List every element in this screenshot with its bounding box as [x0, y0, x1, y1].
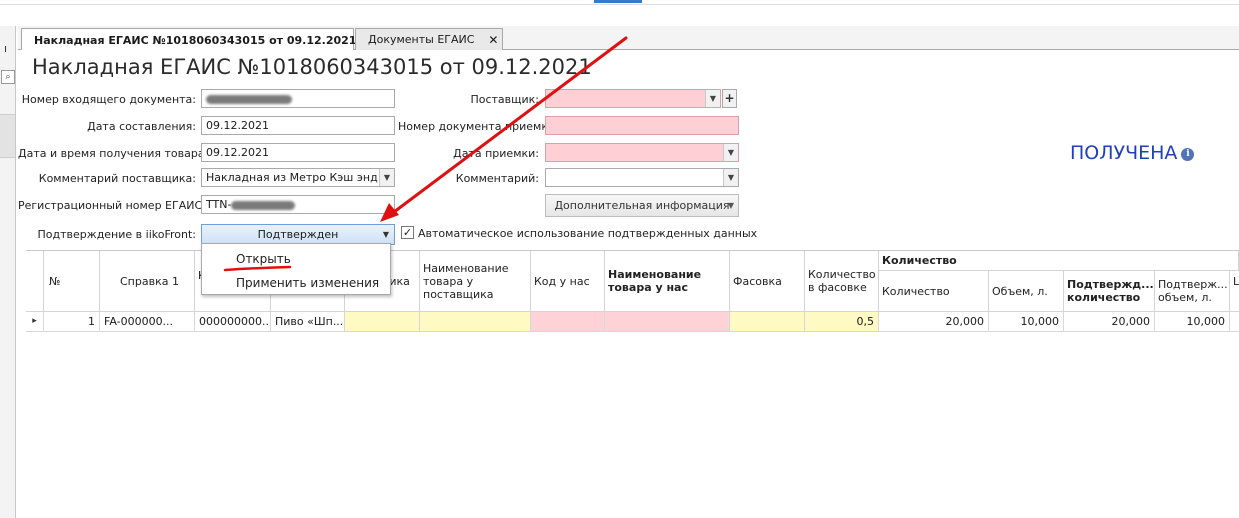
cell-our-code[interactable] — [531, 312, 605, 332]
additional-info-label: Дополнительная информация — [554, 199, 730, 212]
col-header-volume[interactable]: Объем, л. — [989, 271, 1064, 312]
egais-reg-value: TTN- — [206, 198, 232, 211]
cell-our-product-name[interactable] — [605, 312, 730, 332]
egais-reg-field[interactable]: TTN- — [201, 195, 395, 214]
tab-egais-documents[interactable]: Документы ЕГАИС ✕ — [355, 28, 503, 50]
confirm-dropdown-menu: Открыть Применить изменения — [201, 243, 391, 295]
cell-packing[interactable] — [730, 312, 805, 332]
supplier-label: Поставщик: — [470, 93, 539, 106]
tab-label: Документы ЕГАИС — [368, 33, 475, 46]
additional-info-button[interactable]: Дополнительная информация ▼ — [545, 194, 739, 217]
chevron-down-icon[interactable]: ▼ — [705, 90, 720, 107]
col-header-packing[interactable]: Фасовка — [730, 251, 805, 312]
cell-num[interactable]: 1 — [44, 312, 100, 332]
iikofront-confirm-value: Подтвержден — [257, 228, 339, 241]
auto-use-label: Автоматическое использование подтвержден… — [418, 227, 758, 240]
chevron-down-icon[interactable]: ▼ — [723, 169, 738, 186]
iikofront-confirm-label: Подтверждение в iikoFront: — [37, 228, 196, 241]
document-status: ПОЛУЧЕНА i — [1070, 142, 1195, 164]
col-group-quantity: Количество — [879, 251, 1239, 271]
left-panel-glyph: ı — [4, 42, 8, 55]
acceptance-date-label: Дата приемки: — [453, 147, 539, 160]
chevron-down-icon[interactable]: ▼ — [723, 144, 738, 161]
col-header-confirmed-qty[interactable]: Подтвержд... количество — [1064, 271, 1155, 312]
acceptance-date-field[interactable]: ▼ — [545, 143, 739, 162]
chevron-down-icon[interactable]: ▼ — [383, 225, 389, 244]
info-icon[interactable]: i — [1181, 148, 1195, 161]
supplier-comment-field[interactable]: Накладная из Метро Кэш энд ... ▼ — [201, 168, 395, 187]
supplier-field[interactable]: ▼ — [545, 89, 721, 108]
supplier-comment-value: Накладная из Метро Кэш энд ... — [206, 171, 392, 184]
egais-reg-label: Регистрационный номер ЕГАИС: — [18, 199, 206, 212]
incoming-doc-field[interactable] — [201, 89, 395, 108]
grid-indicator-header — [26, 251, 44, 312]
cell-supplier-product-partial[interactable] — [345, 312, 420, 332]
close-icon[interactable]: ✕ — [474, 33, 498, 47]
cell-product[interactable]: Пиво «Шп... — [271, 312, 345, 332]
chevron-down-icon[interactable]: ▼ — [379, 169, 394, 186]
col-header-last-partial[interactable]: L — [1230, 271, 1239, 312]
add-supplier-button[interactable]: + — [722, 89, 737, 108]
document-content: Накладная ЕГАИС №1018060343015 от 09.12.… — [18, 50, 1239, 518]
cell-ref1[interactable]: FA-000000... — [100, 312, 195, 332]
col-header-confirmed-volume[interactable]: Подтверж... объем, л. — [1155, 271, 1230, 312]
iikofront-confirm-select[interactable]: Подтвержден ▼ — [201, 224, 395, 245]
search-icon[interactable]: ⌕ — [1, 70, 15, 84]
cell-qty[interactable]: 20,000 — [879, 312, 989, 332]
page-title: Накладная ЕГАИС №1018060343015 от 09.12.… — [32, 55, 592, 79]
col-header-qty-in-pack[interactable]: Количество в фасовке — [805, 251, 879, 312]
cell-supplier-product-name[interactable] — [420, 312, 531, 332]
cell-k[interactable]: 000000000... — [195, 312, 271, 332]
comment-field[interactable]: ▼ — [545, 168, 739, 187]
redacted-value — [231, 200, 296, 210]
supplier-comment-label: Комментарий поставщика: — [38, 172, 196, 185]
col-header-qty[interactable]: Количество — [879, 271, 989, 312]
compiled-date-field[interactable]: 09.12.2021 — [201, 116, 395, 135]
redacted-value — [206, 94, 292, 104]
incoming-doc-label: Номер входящего документа: — [21, 93, 196, 106]
col-header-our-product-name[interactable]: Наименование товара у нас — [605, 251, 730, 312]
top-separator — [0, 4, 1239, 5]
left-panel: ı ⌕ — [0, 26, 16, 518]
status-text: ПОЛУЧЕНА — [1070, 142, 1178, 164]
received-datetime-field[interactable]: 09.12.2021 — [201, 143, 395, 162]
row-indicator[interactable]: ▸ — [26, 312, 44, 332]
acceptance-doc-label: Номер документа приемки: — [398, 120, 559, 133]
compiled-date-label: Дата составления: — [87, 120, 196, 133]
comment-label: Комментарий: — [455, 172, 539, 185]
tab-bar: Накладная ЕГАИС №1018060343015 от 09.12.… — [18, 26, 1239, 51]
auto-use-checkbox[interactable]: ✓ — [401, 226, 414, 239]
cell-volume[interactable]: 10,000 — [989, 312, 1064, 332]
cell-confirmed-qty[interactable]: 20,000 — [1064, 312, 1155, 332]
col-header-supplier-product-name[interactable]: Наименование товара у поставщика — [420, 251, 531, 312]
col-header-our-code[interactable]: Код у нас — [531, 251, 605, 312]
tab-label: Накладная ЕГАИС №1018060343015 от 09.12.… — [34, 33, 357, 47]
col-header-ref1[interactable]: Справка 1 — [100, 251, 195, 312]
top-accent-bar — [594, 0, 642, 3]
cell-qty-in-pack[interactable]: 0,5 — [805, 312, 879, 332]
chevron-down-icon: ▼ — [727, 201, 734, 210]
menu-item-open[interactable]: Открыть — [236, 252, 291, 266]
cell-last-partial[interactable] — [1230, 312, 1239, 332]
acceptance-doc-field[interactable] — [545, 116, 739, 135]
received-datetime-label: Дата и время получения товара: — [18, 147, 209, 160]
cell-confirmed-volume[interactable]: 10,000 — [1155, 312, 1230, 332]
left-panel-selected-item[interactable] — [0, 114, 15, 158]
menu-item-apply-changes[interactable]: Применить изменения — [236, 276, 379, 290]
tab-egais-invoice[interactable]: Накладная ЕГАИС №1018060343015 от 09.12.… — [21, 28, 381, 51]
col-header-num[interactable]: № — [44, 251, 100, 312]
